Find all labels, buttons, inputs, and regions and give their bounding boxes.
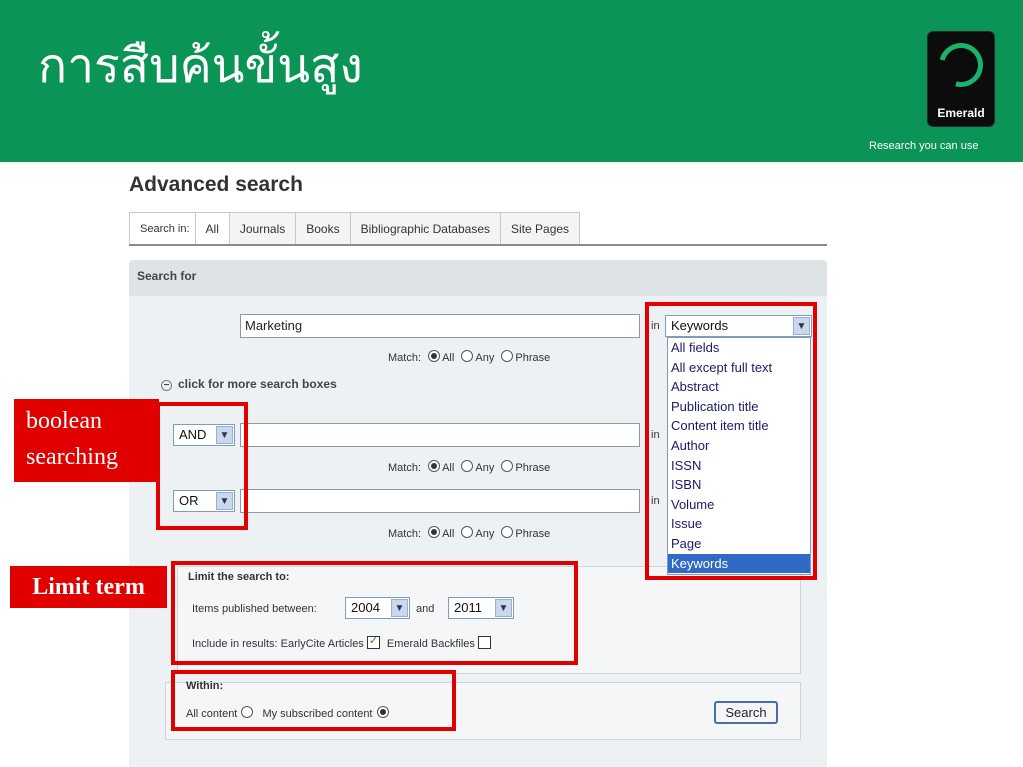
match-phrase-radio-2[interactable] [501, 460, 514, 472]
more-search-boxes-label: click for more search boxes [178, 377, 337, 391]
limit-highlight [171, 561, 578, 665]
search-button[interactable]: Search [714, 701, 778, 724]
field-dropdown-highlight [645, 302, 817, 580]
tab-site-pages[interactable]: Site Pages [500, 212, 581, 244]
emerald-swirl-icon [930, 34, 992, 96]
match-phrase-label: Phrase [515, 462, 551, 474]
tab-books[interactable]: Books [295, 212, 351, 244]
tab-bibliographic-databases[interactable]: Bibliographic Databases [349, 212, 502, 244]
match-all-radio-1[interactable] [428, 350, 441, 362]
match-all-label: All [442, 528, 455, 540]
match-phrase-radio-3[interactable] [501, 526, 514, 538]
match-label: Match: [388, 352, 422, 364]
match-label: Match: [388, 528, 422, 540]
match-any-label: Any [475, 352, 495, 364]
match-phrase-radio-1[interactable] [501, 350, 514, 362]
match-all-label: All [442, 462, 455, 474]
limit-term-callout: Limit term [10, 566, 167, 608]
match-options-2: Match: All Any Phrase [388, 460, 550, 474]
search-term-2-input[interactable] [240, 423, 640, 447]
logo-text: Emerald [937, 106, 985, 120]
boolean-highlight [156, 402, 248, 530]
search-term-1-input[interactable]: Marketing [240, 314, 640, 338]
collapse-icon: − [161, 380, 172, 391]
match-any-radio-1[interactable] [461, 350, 474, 362]
search-for-label: Search for [137, 269, 197, 283]
tabs-lead-label: Search in: [129, 212, 196, 244]
match-options-3: Match: All Any Phrase [388, 526, 550, 540]
more-search-boxes-link[interactable]: − click for more search boxes [161, 377, 337, 391]
match-all-radio-3[interactable] [428, 526, 441, 538]
match-options-1: Match: All Any Phrase [388, 350, 550, 364]
match-any-radio-2[interactable] [461, 460, 474, 472]
tagline: Research you can use [869, 140, 979, 152]
tab-journals[interactable]: Journals [228, 212, 297, 244]
tabs-divider [129, 244, 827, 246]
within-highlight [171, 670, 456, 731]
match-label: Match: [388, 462, 422, 474]
match-all-radio-2[interactable] [428, 460, 441, 472]
match-any-radio-3[interactable] [461, 526, 474, 538]
page-title: Advanced search [129, 173, 303, 196]
tab-all[interactable]: All [194, 212, 230, 244]
boolean-callout: boolean searching [14, 399, 159, 482]
emerald-logo: Emerald [927, 31, 995, 127]
match-any-label: Any [475, 528, 495, 540]
match-phrase-label: Phrase [515, 352, 551, 364]
match-phrase-label: Phrase [515, 528, 551, 540]
match-all-label: All [442, 352, 455, 364]
slide-title: การสืบค้นขั้นสูง [38, 38, 363, 94]
search-term-3-input[interactable] [240, 489, 640, 513]
search-for-header [129, 260, 827, 296]
match-any-label: Any [475, 462, 495, 474]
search-scope-tabs: Search in: All Journals Books Bibliograp… [129, 212, 581, 245]
